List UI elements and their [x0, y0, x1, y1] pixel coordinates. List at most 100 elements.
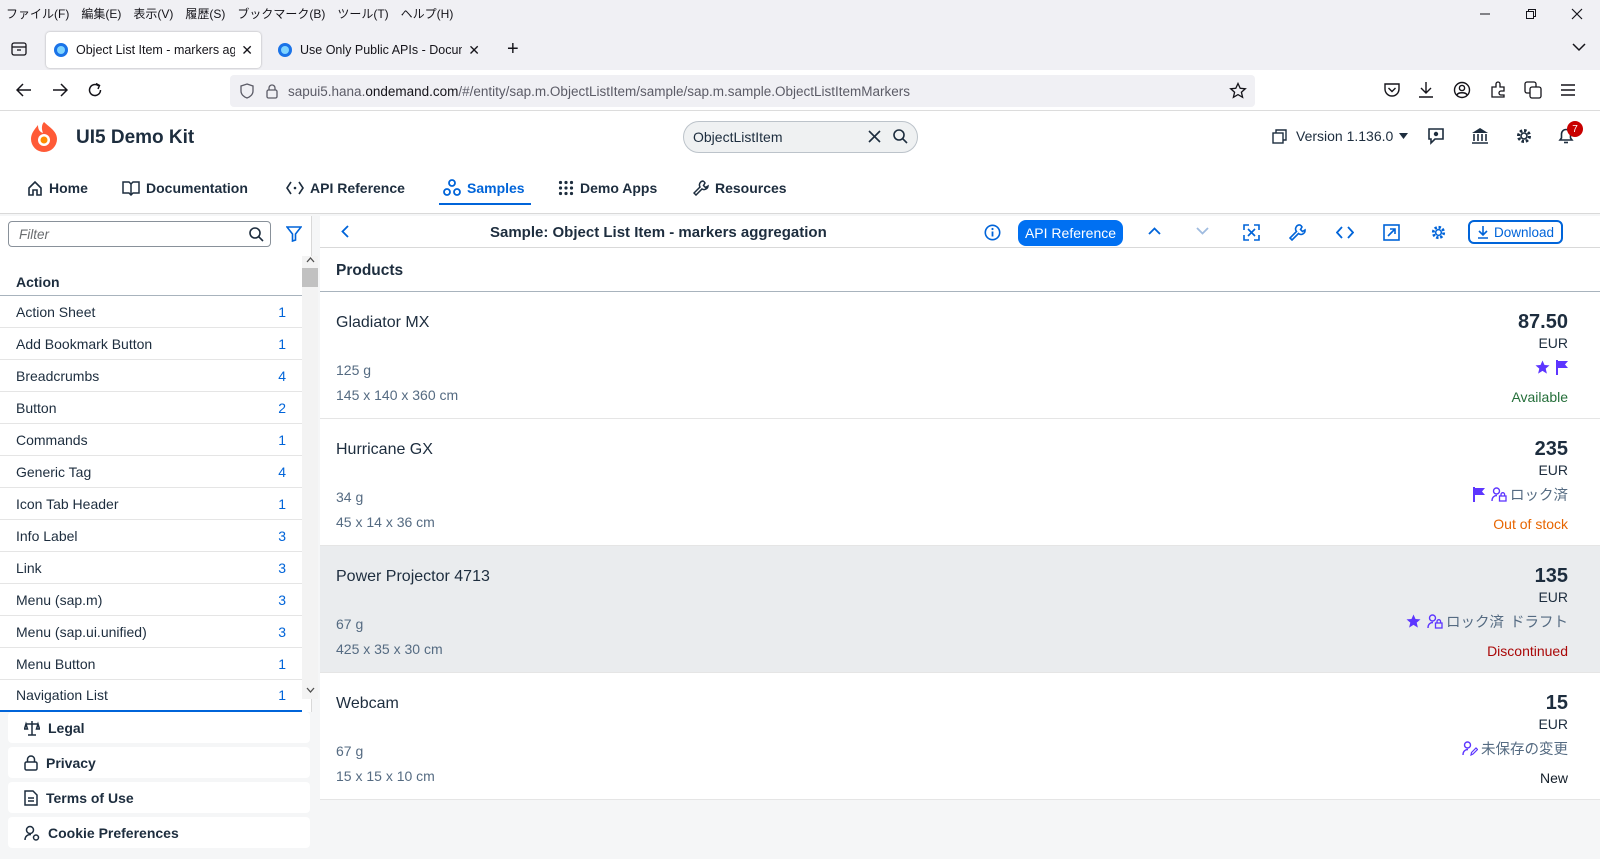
url-bar[interactable]: sapui5.hana. ondemand.com/#/entity/sap.m.… — [230, 75, 1255, 107]
list-item[interactable]: Add Bookmark Button 1 — [0, 328, 302, 360]
product-weight: 67 g — [336, 616, 364, 632]
product-name: Hurricane GX — [336, 441, 433, 458]
api-reference-button[interactable]: API Reference — [1018, 220, 1123, 246]
product-list-item[interactable]: Power Projector 4713 67 g 425 x 35 x 30 … — [320, 546, 1600, 673]
privacy-link[interactable]: Privacy — [8, 747, 310, 778]
ui5-logo-icon[interactable] — [27, 119, 61, 153]
tab-demo-apps[interactable]: Demo Apps — [558, 172, 657, 204]
settings-gear-icon[interactable] — [1430, 224, 1447, 241]
cookie-preferences-link[interactable]: Cookie Preferences — [8, 817, 310, 848]
shield-icon[interactable] — [240, 83, 254, 99]
translate-extension-icon[interactable] — [1524, 81, 1542, 99]
download-button[interactable]: Download — [1468, 220, 1563, 244]
menu-tools[interactable]: ツール(T) — [331, 5, 394, 22]
extensions-icon[interactable] — [1489, 81, 1507, 99]
sidebar-scrollbar-thumb[interactable] — [302, 268, 318, 287]
close-tab-icon[interactable]: ✕ — [241, 42, 253, 59]
cookie-preferences-label: Cookie Preferences — [48, 824, 179, 841]
scroll-down-chevron-icon[interactable] — [306, 687, 315, 693]
list-item[interactable]: Menu (sap.ui.unified) 3 — [0, 616, 302, 648]
bank-icon[interactable] — [1471, 127, 1489, 145]
sidebar-scrollbar[interactable] — [302, 256, 318, 699]
terms-link[interactable]: Terms of Use — [8, 782, 310, 813]
menu-history[interactable]: 履歴(S) — [179, 5, 231, 22]
browser-tab-active[interactable]: Object List Item - markers aggregation ✕ — [46, 32, 261, 68]
wrench-icon[interactable] — [1289, 224, 1306, 241]
tab-samples[interactable]: Samples — [443, 172, 525, 204]
fullscreen-icon[interactable] — [1243, 224, 1260, 241]
list-item-label: Menu (sap.ui.unified) — [16, 623, 147, 640]
feedback-icon[interactable] — [1427, 127, 1445, 145]
product-list-item[interactable]: Gladiator MX 125 g 145 x 140 x 360 cm 87… — [320, 292, 1600, 419]
scroll-up-chevron-icon[interactable] — [306, 257, 315, 263]
back-icon[interactable] — [16, 83, 32, 97]
tab-api-reference-label: API Reference — [310, 180, 405, 196]
version-selector[interactable]: Version 1.136.0 — [1272, 128, 1409, 144]
tab-api-reference[interactable]: API Reference — [286, 172, 405, 204]
tab-overflow-chevron-icon[interactable] — [1572, 43, 1586, 52]
menu-help[interactable]: ヘルプ(H) — [395, 5, 460, 22]
pocket-icon[interactable] — [1383, 82, 1401, 98]
clear-search-icon[interactable] — [868, 130, 881, 143]
list-item[interactable]: Commands 1 — [0, 424, 302, 456]
menu-edit[interactable]: 編集(E) — [75, 5, 127, 22]
download-arrow-icon[interactable] — [1418, 81, 1434, 99]
list-item[interactable]: Menu Button 1 — [0, 648, 302, 680]
tab-home[interactable]: Home — [27, 172, 88, 204]
menu-bookmarks[interactable]: ブックマーク(B) — [231, 5, 331, 22]
product-markers: 未保存の変更 — [1462, 738, 1568, 758]
close-tab-icon[interactable]: ✕ — [468, 42, 480, 59]
hamburger-menu-icon[interactable] — [1560, 83, 1576, 97]
search-icon[interactable] — [893, 129, 908, 144]
list-item[interactable]: Breadcrumbs 4 — [0, 360, 302, 392]
forward-icon[interactable] — [52, 83, 68, 97]
product-list-item[interactable]: Webcam 67 g 15 x 15 x 10 cm 15 EUR 未保存の変… — [320, 673, 1600, 800]
list-item-label: Menu (sap.m) — [16, 591, 103, 608]
open-in-new-window-icon[interactable] — [1383, 224, 1400, 241]
lock-icon[interactable] — [266, 83, 278, 99]
app-header: UI5 Demo Kit ObjectListItem Version 1.13… — [0, 111, 1600, 214]
account-icon[interactable] — [1453, 81, 1471, 99]
list-item[interactable]: Link 3 — [0, 552, 302, 584]
tab-documentation-label: Documentation — [146, 180, 248, 196]
tab-list-icon[interactable] — [11, 42, 27, 56]
list-item[interactable]: Menu (sap.m) 3 — [0, 584, 302, 616]
code-icon[interactable] — [1336, 226, 1354, 239]
product-name: Gladiator MX — [336, 314, 430, 331]
list-item[interactable]: Navigation List 1 — [0, 680, 302, 712]
minimize-icon[interactable] — [1462, 0, 1508, 28]
app-title[interactable]: UI5 Demo Kit — [76, 127, 194, 149]
chevron-down-icon[interactable] — [1196, 227, 1209, 235]
search-icon[interactable] — [249, 227, 264, 242]
list-item[interactable]: Generic Tag 4 — [0, 456, 302, 488]
tab-documentation[interactable]: Documentation — [122, 172, 248, 204]
list-item[interactable]: Icon Tab Header 1 — [0, 488, 302, 520]
list-item[interactable]: Info Label 3 — [0, 520, 302, 552]
list-item-count: 3 — [278, 527, 286, 544]
info-icon[interactable] — [984, 224, 1001, 241]
product-list-item[interactable]: Hurricane GX 34 g 45 x 14 x 36 cm 235 EU… — [320, 419, 1600, 546]
browser-tab[interactable]: Use Only Public APIs - Documentation ✕ — [270, 32, 488, 68]
chevron-up-icon[interactable] — [1148, 227, 1161, 235]
list-item[interactable]: Button 2 — [0, 392, 302, 424]
filter-input[interactable]: Filter — [8, 221, 271, 247]
tab-resources[interactable]: Resources — [693, 172, 787, 204]
versions-icon — [1272, 128, 1290, 144]
menu-view[interactable]: 表示(V) — [127, 5, 179, 22]
restore-icon[interactable] — [1508, 0, 1554, 28]
locked-label: ロック済 — [1510, 487, 1568, 504]
filter-funnel-icon[interactable] — [286, 226, 302, 242]
list-item-label: Commands — [16, 431, 88, 448]
back-chevron-icon[interactable] — [341, 225, 349, 238]
legal-link[interactable]: Legal — [8, 712, 310, 743]
search-input[interactable]: ObjectListItem — [683, 121, 918, 153]
reload-icon[interactable] — [87, 82, 103, 98]
new-tab-icon[interactable]: + — [507, 38, 519, 61]
product-dimensions: 15 x 15 x 10 cm — [336, 768, 435, 784]
product-markers: ロック済 ドラフト — [1406, 611, 1568, 631]
list-item[interactable]: Action Sheet 1 — [0, 296, 302, 328]
close-window-icon[interactable] — [1554, 0, 1600, 28]
bookmark-star-icon[interactable] — [1229, 82, 1247, 100]
menu-file[interactable]: ファイル(F) — [0, 5, 75, 22]
gear-icon[interactable] — [1515, 127, 1533, 145]
